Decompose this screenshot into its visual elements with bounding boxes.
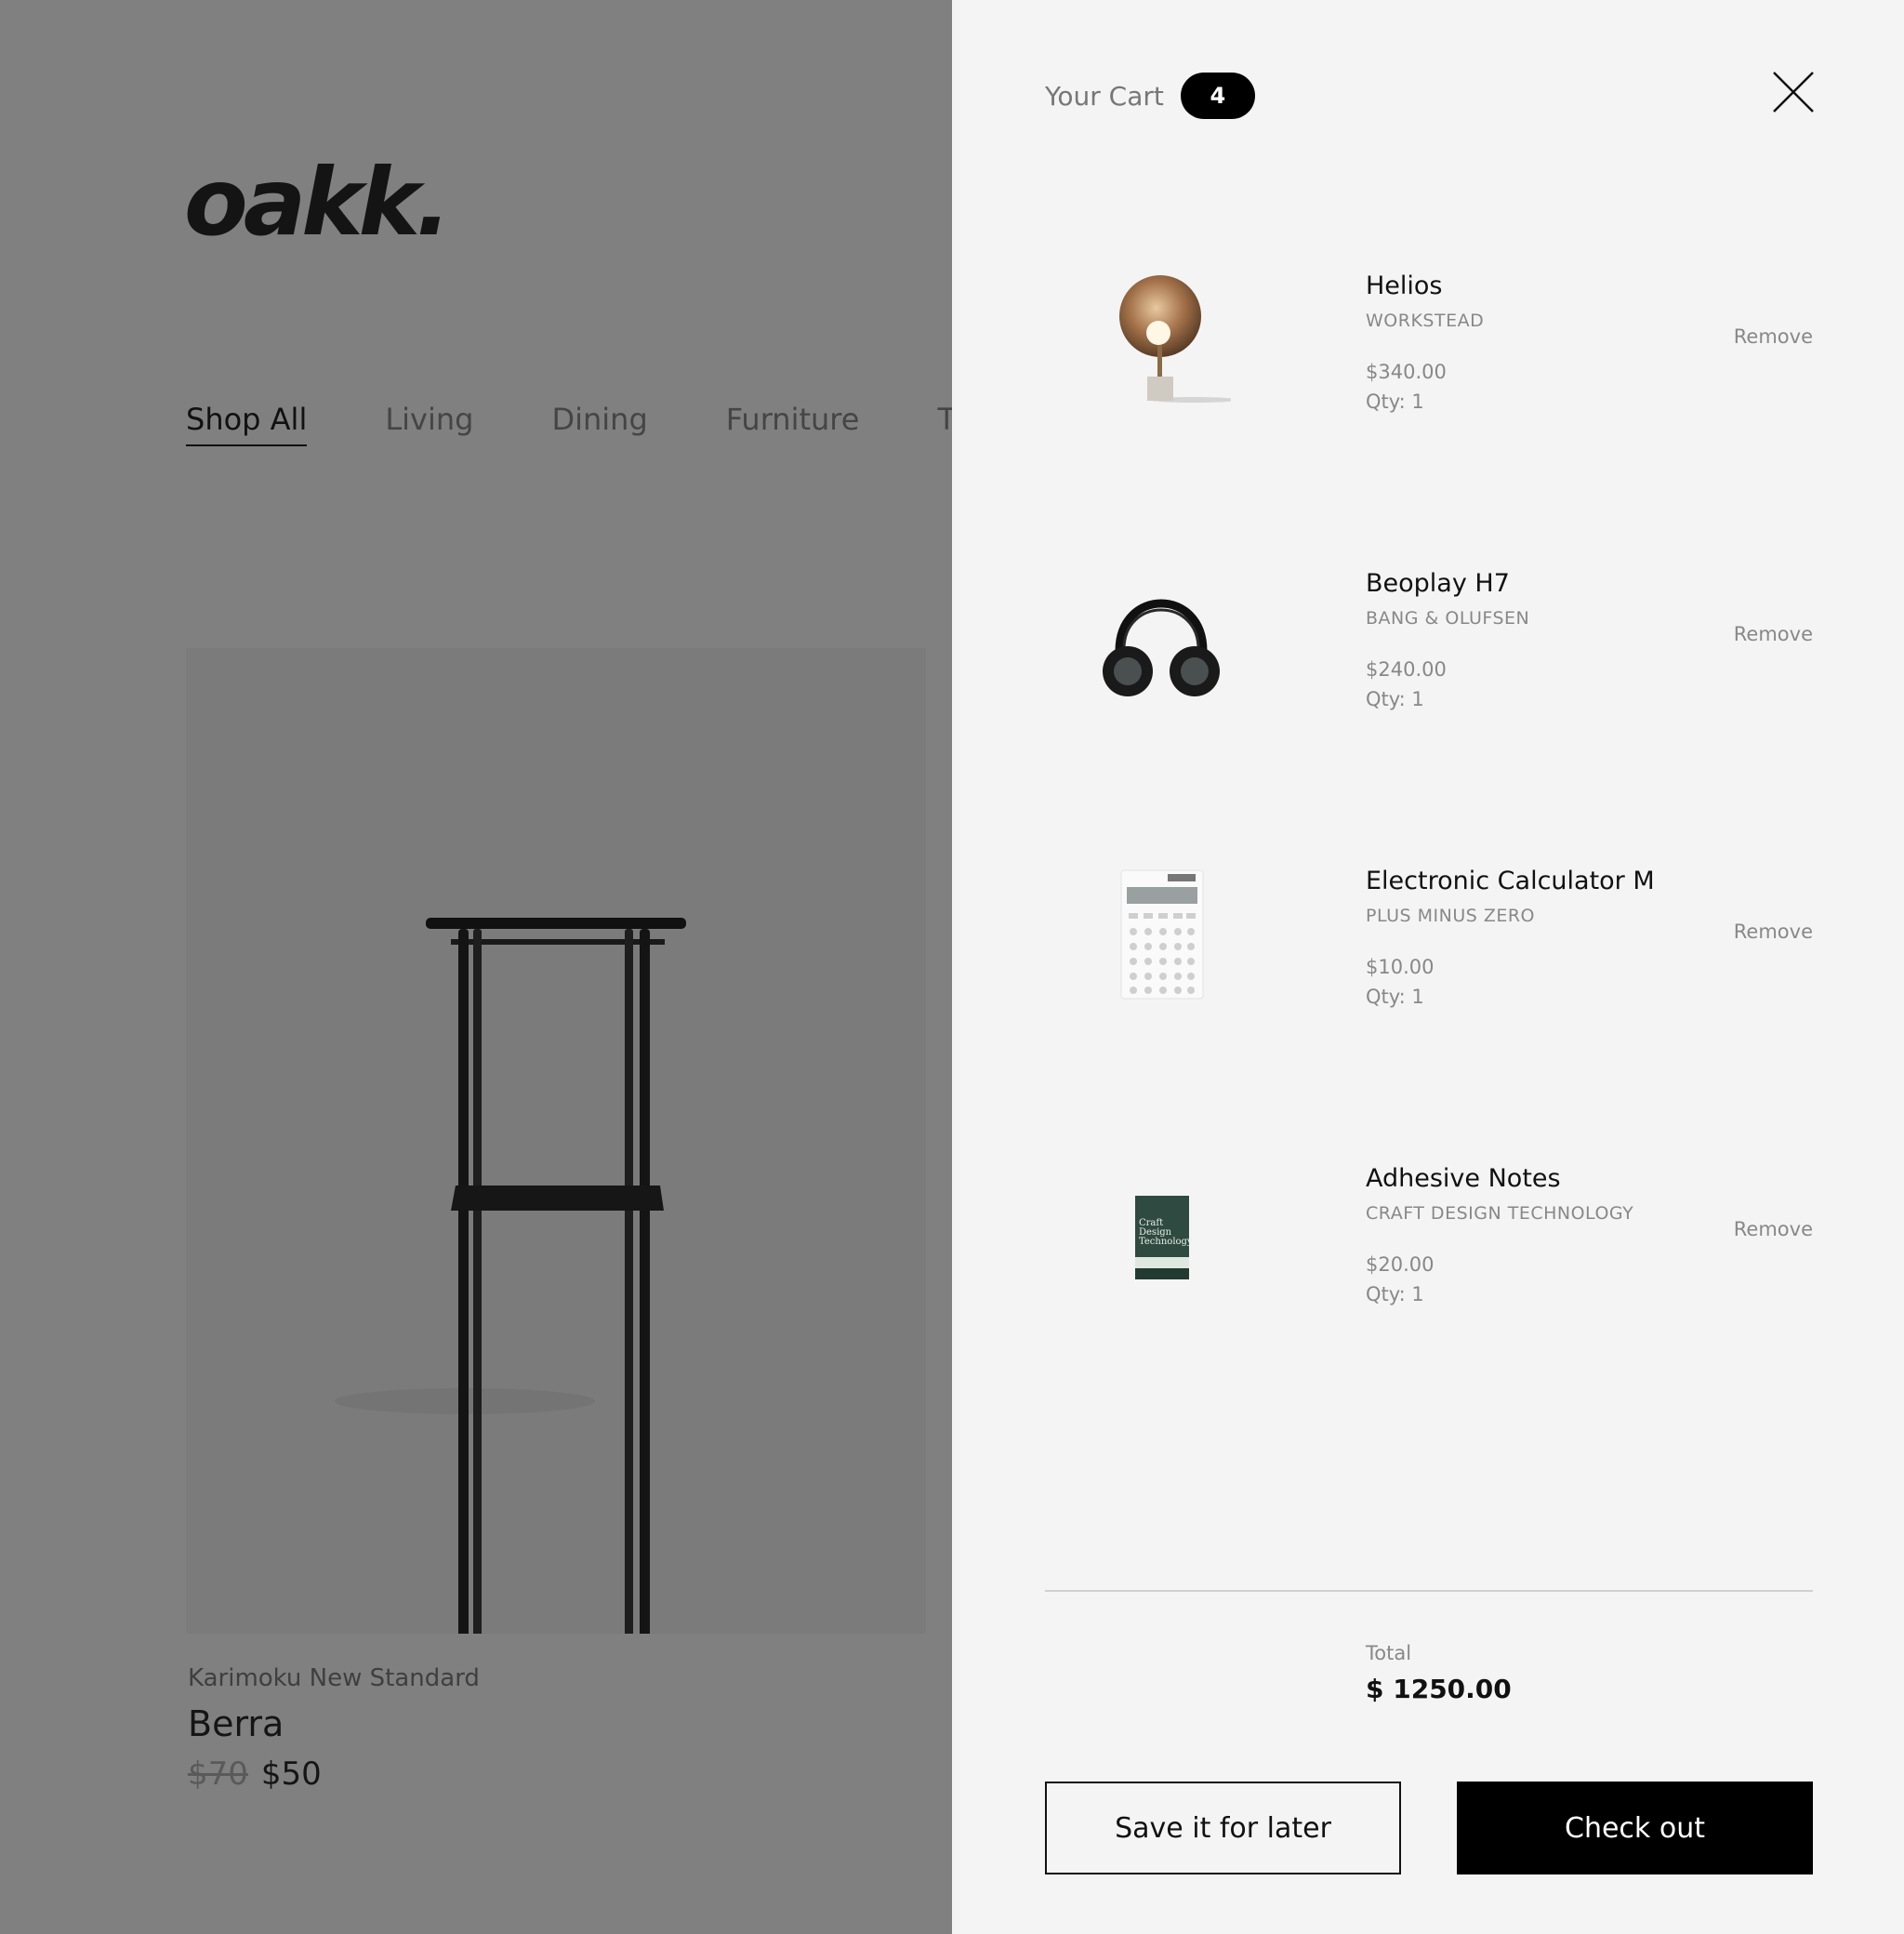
nav-living[interactable]: Living [385, 402, 473, 446]
cart-item: Helios WORKSTEAD $340.00 Qty: 1 Remove [1045, 272, 1813, 457]
item-price: $20.00 [1366, 1253, 1435, 1276]
remove-item-button[interactable]: Remove [1734, 623, 1813, 645]
item-name[interactable]: Electronic Calculator M [1366, 867, 1655, 895]
total-label: Total [1366, 1642, 1412, 1664]
remove-item-button[interactable]: Remove [1734, 325, 1813, 348]
item-brand: CRAFT DESIGN TECHNOLOGY [1366, 1203, 1634, 1224]
nav-dining[interactable]: Dining [551, 402, 647, 446]
item-quantity: Qty: 1 [1366, 391, 1424, 413]
item-quantity: Qty: 1 [1366, 688, 1424, 710]
side-table-illustration [335, 918, 686, 1634]
featured-product-image[interactable] [186, 648, 926, 1634]
item-brand: WORKSTEAD [1366, 311, 1485, 331]
featured-product-name[interactable]: Berra [188, 1703, 284, 1744]
cart-title: Your Cart [1045, 80, 1164, 112]
cart-header: Your Cart 4 [1045, 73, 1255, 119]
notes-text-line: Technology [1139, 1237, 1193, 1247]
item-thumbnail-calculator[interactable] [1091, 867, 1231, 1006]
item-price: $340.00 [1366, 361, 1447, 383]
cart-item: Beoplay H7 BANG & OLUFSEN $240.00 Qty: 1… [1045, 569, 1813, 755]
item-price: $10.00 [1366, 956, 1435, 978]
site-logo[interactable]: oakk. [184, 156, 451, 249]
item-quantity: Qty: 1 [1366, 1283, 1424, 1305]
item-thumbnail-headphones[interactable] [1091, 569, 1231, 709]
remove-item-button[interactable]: Remove [1734, 921, 1813, 943]
nav-shop-all[interactable]: Shop All [186, 402, 308, 446]
shop-page-background: oakk. Shop All Living Dining Furniture T… [0, 0, 952, 1934]
featured-product-brand: Karimoku New Standard [188, 1664, 480, 1692]
item-name[interactable]: Beoplay H7 [1366, 569, 1510, 598]
close-cart-button[interactable] [1770, 69, 1817, 115]
item-name[interactable]: Helios [1366, 272, 1443, 300]
item-quantity: Qty: 1 [1366, 986, 1424, 1008]
remove-item-button[interactable]: Remove [1734, 1218, 1813, 1240]
close-icon [1773, 72, 1814, 113]
item-brand: PLUS MINUS ZERO [1366, 906, 1535, 926]
checkout-button[interactable]: Check out [1457, 1782, 1813, 1874]
sale-price: $50 [260, 1755, 322, 1793]
category-nav: Shop All Living Dining Furniture Tec [186, 402, 952, 446]
cart-drawer: Your Cart 4 Helios WORKSTEAD $340.00 Qty… [952, 0, 1904, 1934]
total-value: $ 1250.00 [1366, 1674, 1512, 1704]
item-name[interactable]: Adhesive Notes [1366, 1164, 1561, 1193]
cart-item: Craft Design Technology Adhesive Notes C… [1045, 1164, 1813, 1350]
item-price: $240.00 [1366, 658, 1447, 681]
featured-product-prices: $70 $50 [188, 1755, 322, 1793]
item-thumbnail-lamp[interactable] [1091, 272, 1238, 411]
nav-furniture[interactable]: Furniture [726, 402, 860, 446]
cart-item: Electronic Calculator M PLUS MINUS ZERO … [1045, 867, 1813, 1053]
cart-divider [1045, 1590, 1813, 1592]
save-for-later-button[interactable]: Save it for later [1045, 1782, 1401, 1874]
original-price: $70 [188, 1755, 248, 1793]
nav-tech[interactable]: Tec [937, 402, 952, 446]
item-brand: BANG & OLUFSEN [1366, 608, 1530, 629]
item-thumbnail-notes[interactable]: Craft Design Technology [1091, 1164, 1231, 1304]
cart-count-badge: 4 [1180, 73, 1255, 119]
